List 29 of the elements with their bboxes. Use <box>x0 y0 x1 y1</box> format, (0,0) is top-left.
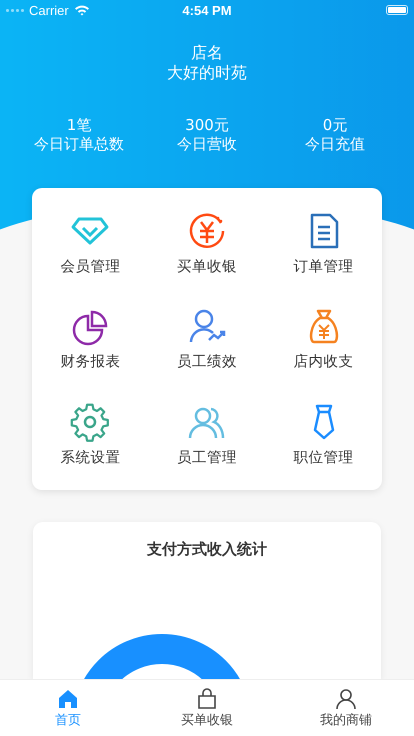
stat-label: 今日充值 <box>305 135 365 154</box>
stat-label: 今日营收 <box>177 135 237 154</box>
stat-label: 今日订单总数 <box>34 135 124 154</box>
shopping-bag-icon <box>195 687 219 711</box>
home-icon <box>56 687 80 711</box>
menu-item-label[interactable]: 员工管理 <box>176 448 237 467</box>
menu-item-label[interactable]: 系统设置 <box>60 448 120 467</box>
stat-value: 0元 <box>322 116 348 135</box>
signal-icon <box>6 8 24 12</box>
stat-value: 1笔 <box>66 116 92 135</box>
menu-item-label[interactable]: 职位管理 <box>294 448 354 467</box>
menu-item-label[interactable]: 店内收支 <box>294 352 354 372</box>
person-icon <box>334 687 358 711</box>
menu-item-label[interactable]: 员工绩效 <box>176 352 237 372</box>
stat-value: 300元 <box>185 116 229 135</box>
tab[interactable]: 我的商铺 <box>306 680 386 736</box>
battery-icon <box>386 5 408 15</box>
chart-title: 支付方式收入统计 <box>147 540 267 559</box>
settings-icon[interactable] <box>70 402 110 442</box>
shop-name: 大好的时苑 <box>167 63 247 83</box>
carrier-name: Carrier <box>29 2 69 18</box>
shop-name-label: 店名 <box>191 43 223 63</box>
menu-item-label[interactable]: 订单管理 <box>294 257 354 276</box>
wifi-icon <box>74 4 90 16</box>
menu-item-label[interactable]: 财务报表 <box>60 352 120 372</box>
menu-item-label[interactable]: 会员管理 <box>60 257 120 276</box>
tab[interactable]: 买单收银 <box>167 680 247 736</box>
menu-item-label[interactable]: 买单收银 <box>176 257 237 276</box>
status-time: 4:54 PM <box>182 2 232 18</box>
